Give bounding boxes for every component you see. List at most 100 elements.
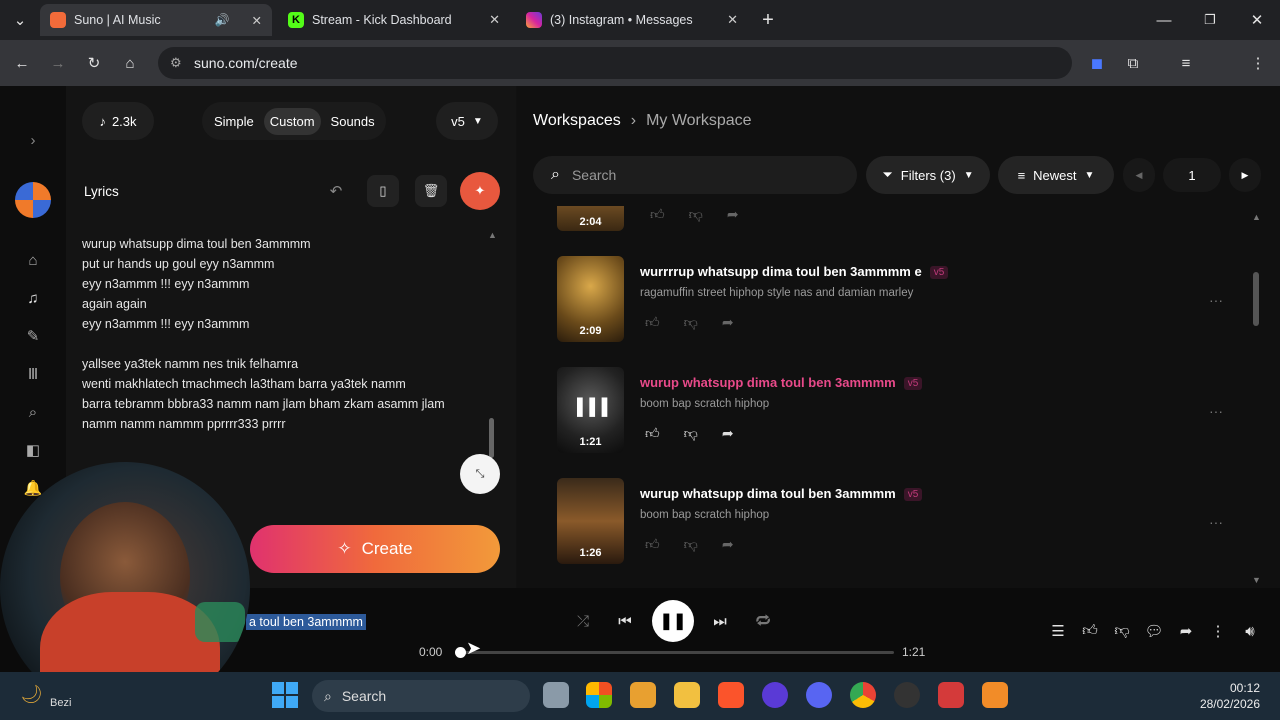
close-icon[interactable]: ✕ (727, 12, 738, 28)
taskbar-search[interactable]: ⌕ Search (312, 680, 530, 712)
queue-icon[interactable]: ☰ (1046, 619, 1070, 643)
mode-simple[interactable]: Simple (208, 108, 260, 135)
create-button[interactable]: ✧ Create (250, 525, 500, 573)
sort-button[interactable]: ≡ Newest ▼ (998, 156, 1114, 194)
song-thumbnail[interactable]: 1:26 (557, 478, 624, 564)
song-thumbnail-partial[interactable]: 2:04 (557, 206, 624, 231)
share-icon[interactable]: ➦ (722, 314, 734, 331)
page-number[interactable]: 1 (1163, 158, 1221, 192)
windows-start-icon[interactable] (272, 682, 298, 708)
window-close-icon[interactable]: ✕ (1245, 8, 1269, 32)
speaker-icon[interactable]: 🔊 (215, 13, 230, 27)
tab-instagram[interactable]: (3) Instagram • Messages ✕ (516, 4, 748, 36)
model-select[interactable]: v5 ▼ (436, 102, 498, 140)
discord-icon[interactable] (806, 682, 832, 708)
share-icon[interactable]: ➦ (722, 536, 734, 553)
suno-logo[interactable] (15, 182, 51, 218)
restore-icon[interactable]: ❐ (1198, 8, 1222, 32)
weather-icon[interactable]: 🌙︎ (20, 684, 43, 705)
store-icon[interactable] (586, 682, 612, 708)
breadcrumb-root[interactable]: Workspaces (533, 112, 621, 130)
close-icon[interactable]: ✕ (252, 13, 262, 28)
search-input[interactable]: ⌕ Search (533, 156, 857, 194)
thumbs-up-icon[interactable]: 👍︎ (645, 425, 660, 442)
breadcrumb-current[interactable]: My Workspace (646, 112, 752, 130)
more-options-icon[interactable]: ··· (1209, 514, 1223, 530)
pause-button[interactable]: ❚❚ (652, 600, 694, 642)
chrome-icon[interactable] (850, 682, 876, 708)
song-thumbnail[interactable]: ▌▌▌ 1:21 (557, 367, 624, 453)
back-icon[interactable]: ← (10, 51, 34, 75)
song-row-playing[interactable]: ▌▌▌ 1:21 wurup whatsupp dima toul ben 3a… (557, 367, 1257, 453)
media-control-icon[interactable]: ≡ (1174, 51, 1198, 75)
share-icon[interactable]: ➦ (722, 425, 734, 442)
song-title[interactable]: wurup whatsupp dima toul ben 3ammmm v5 (640, 375, 923, 390)
brave-icon[interactable] (718, 682, 744, 708)
thumbs-up-icon[interactable]: 👍︎ (645, 536, 660, 553)
extension-shield-icon[interactable]: ◼ (1085, 51, 1109, 75)
volume-icon[interactable]: 🔊︎ (1238, 619, 1262, 643)
tab-search-icon[interactable]: ⌄ (8, 8, 32, 32)
list-scroll-up-icon[interactable]: ▲ (1252, 212, 1261, 222)
file-explorer-icon[interactable] (674, 682, 700, 708)
home-icon[interactable]: ⌂ (118, 51, 142, 75)
prev-page-icon[interactable]: ◀ (1123, 158, 1155, 192)
obs-icon[interactable] (894, 682, 920, 708)
credits-badge[interactable]: ♪ 2.3k (82, 102, 154, 140)
minimize-icon[interactable]: — (1152, 8, 1176, 32)
app-red-icon[interactable] (938, 682, 964, 708)
home-nav-icon[interactable]: ⌂ (21, 248, 45, 272)
share-icon[interactable]: ➦ (727, 206, 739, 223)
player-thumbs-up-icon[interactable]: 👍︎ (1078, 619, 1102, 643)
thumbs-down-icon[interactable]: 👎︎ (684, 536, 698, 553)
forward-icon[interactable]: → (46, 51, 70, 75)
new-tab-icon[interactable]: + (756, 8, 780, 32)
magic-wand-button[interactable]: ✦ (460, 172, 500, 210)
player-thumbs-down-icon[interactable]: 👎︎ (1110, 619, 1134, 643)
apps-icon[interactable] (630, 682, 656, 708)
search-nav-icon[interactable]: ⌕ (21, 400, 45, 424)
scroll-up-icon[interactable]: ▲ (488, 230, 497, 240)
comment-icon[interactable]: 💬︎ (1142, 619, 1166, 643)
expand-sidebar-icon[interactable]: › (21, 128, 45, 152)
create-nav-icon[interactable]: ♫ (21, 286, 45, 310)
player-more-icon[interactable]: ⋮ (1206, 619, 1230, 643)
studio-nav-icon[interactable]: ✎ (21, 324, 45, 348)
song-title[interactable]: wurrrrup whatsupp dima toul ben 3ammmm e… (640, 264, 949, 279)
collapse-button[interactable]: ⤡ (460, 454, 500, 494)
now-playing-title[interactable]: a toul ben 3ammmm (246, 614, 366, 630)
repeat-icon[interactable]: 🔁︎ (751, 609, 775, 633)
list-scroll-down-icon[interactable]: ▼ (1252, 575, 1261, 585)
fl-studio-icon[interactable] (982, 682, 1008, 708)
song-title[interactable]: wurup whatsupp dima toul ben 3ammmm v5 (640, 486, 923, 501)
song-row[interactable]: 2:09 wurrrrup whatsupp dima toul ben 3am… (557, 256, 1257, 342)
mode-custom[interactable]: Custom (263, 107, 321, 135)
song-thumbnail[interactable]: 2:09 (557, 256, 624, 342)
previous-track-icon[interactable]: ⏮ (613, 609, 637, 633)
undo-icon[interactable]: ↶ (324, 179, 348, 203)
lyrics-textarea[interactable]: wurup whatsupp dima toul ben 3ammmm put … (82, 234, 482, 434)
library-nav-icon[interactable]: Ⅲ (21, 362, 45, 386)
next-page-icon[interactable]: ▶ (1229, 158, 1261, 192)
reload-icon[interactable]: ↻ (82, 51, 106, 75)
menu-kebab-icon[interactable]: ⋮ (1246, 51, 1270, 75)
obs-like-icon[interactable] (762, 682, 788, 708)
extensions-icon[interactable]: ⧉ (1121, 51, 1145, 75)
thumbs-down-icon[interactable]: 👎︎ (684, 314, 698, 331)
more-options-icon[interactable]: ··· (1209, 292, 1223, 308)
more-options-icon[interactable]: ··· (1209, 403, 1223, 419)
tab-suno[interactable]: Suno | AI Music 🔊 ✕ (40, 4, 272, 36)
task-view-icon[interactable] (543, 682, 569, 708)
site-info-icon[interactable]: ⚙ (170, 55, 182, 71)
filters-button[interactable]: ⏷ Filters (3) ▼ (866, 156, 990, 194)
address-bar[interactable]: ⚙ suno.com/create (158, 47, 1072, 79)
bookmark-icon[interactable]: ▯ (367, 175, 399, 207)
progress-track[interactable] (456, 651, 894, 654)
thumbs-up-icon[interactable]: 👍︎ (650, 206, 665, 223)
tab-kick[interactable]: K Stream - Kick Dashboard ✕ (278, 4, 510, 36)
delete-icon[interactable]: 🗑 (415, 175, 447, 207)
thumbs-up-icon[interactable]: 👍︎ (645, 314, 660, 331)
close-icon[interactable]: ✕ (489, 12, 500, 28)
hooks-nav-icon[interactable]: ◧ (21, 438, 45, 462)
next-track-icon[interactable]: ⏭ (708, 609, 732, 633)
